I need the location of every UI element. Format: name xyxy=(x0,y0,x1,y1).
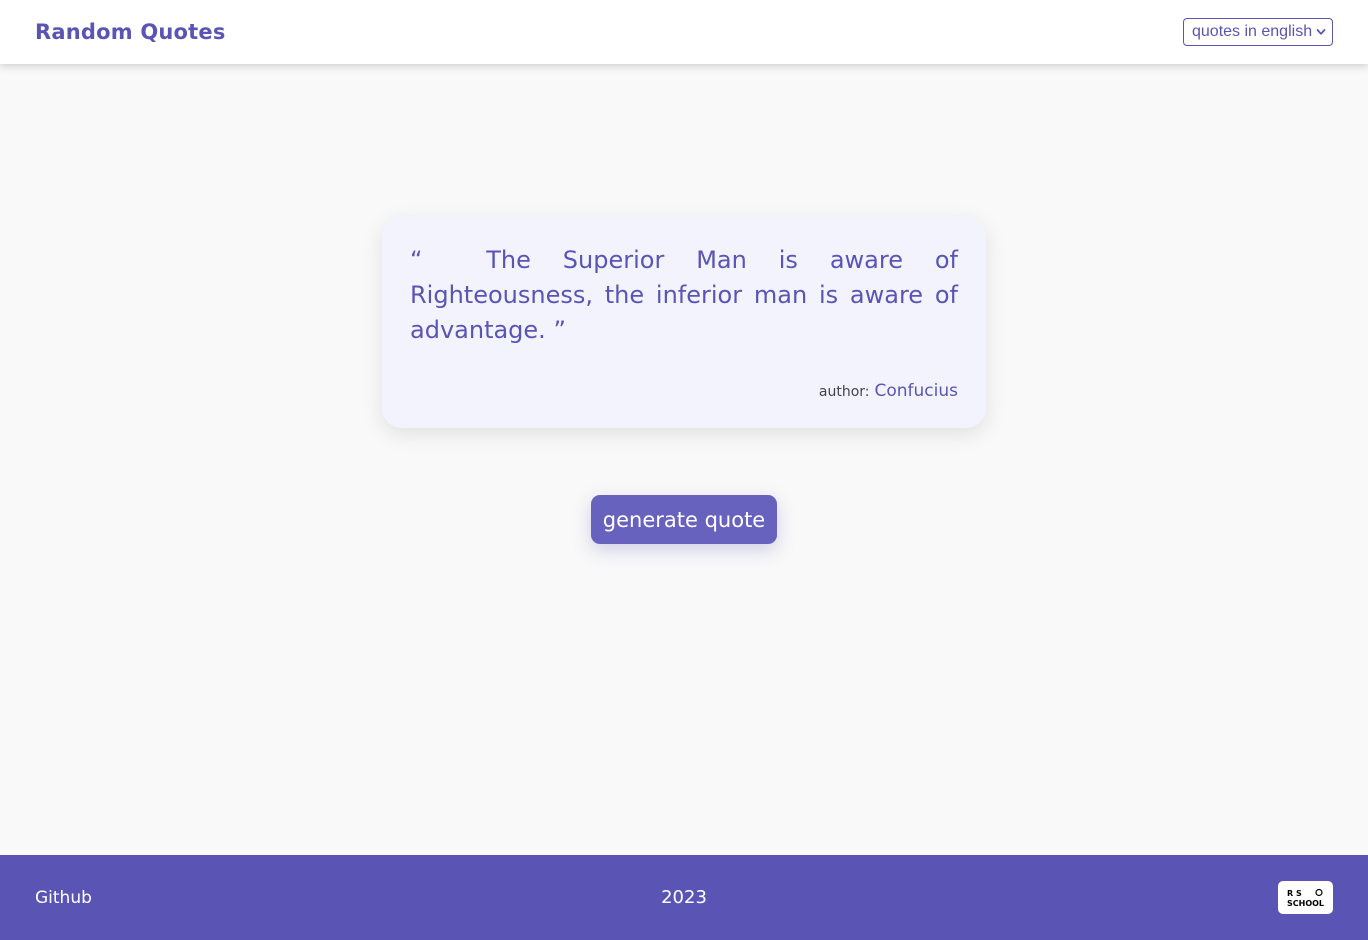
github-link[interactable]: Github xyxy=(35,888,92,908)
quote-card: “ The Superior Man is aware of Righteous… xyxy=(382,216,986,428)
generate-quote-button[interactable]: generate quote xyxy=(591,495,777,544)
chevron-down-icon xyxy=(1316,27,1326,37)
rs-school-logo[interactable]: R S SCHOOL xyxy=(1278,881,1333,914)
author-name: Confucius xyxy=(874,381,958,401)
top-header: Random Quotes quotes in english xyxy=(0,0,1368,64)
footer: Github 2023 R S SCHOOL xyxy=(0,855,1368,940)
language-select-value: quotes in english xyxy=(1192,23,1313,40)
rs-school-logo-icon: R S SCHOOL xyxy=(1287,888,1324,908)
quote-text-block: “ The Superior Man is aware of Righteous… xyxy=(410,243,958,348)
logo-text-bottom: SCHOOL xyxy=(1287,899,1324,908)
app-title: Random Quotes xyxy=(35,20,226,44)
footer-year: 2023 xyxy=(661,887,707,908)
logo-text-top: R S xyxy=(1287,889,1302,898)
author-row: author: Confucius xyxy=(819,381,958,401)
quote-text: The Superior Man is aware of Righteousne… xyxy=(410,246,959,344)
author-label: author: xyxy=(818,384,870,400)
language-select[interactable]: quotes in english xyxy=(1183,18,1333,46)
open-quote-mark: “ xyxy=(410,246,423,274)
close-quote-mark: ” xyxy=(553,316,566,344)
main-content: “ The Superior Man is aware of Righteous… xyxy=(0,64,1368,855)
